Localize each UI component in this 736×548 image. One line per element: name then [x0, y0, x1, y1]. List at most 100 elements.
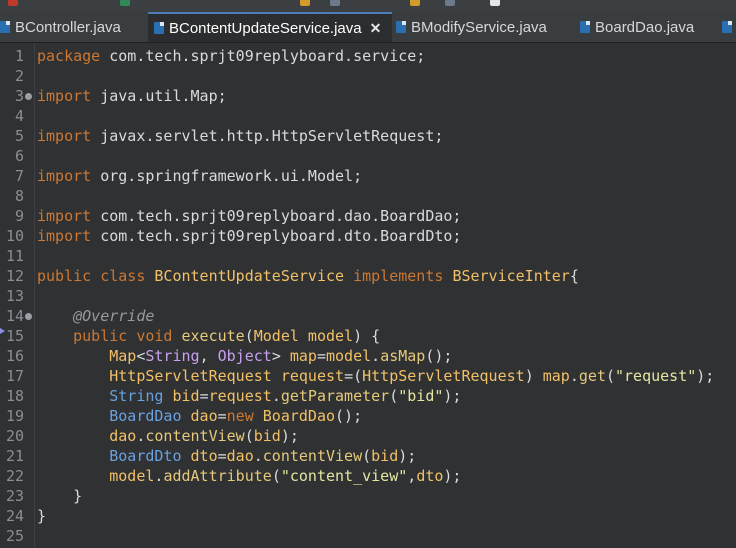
- code-token: java.util.Map;: [91, 87, 227, 105]
- code-token: =(: [344, 367, 363, 385]
- code-line: import com.tech.sprjt09replyboard.dto.Bo…: [37, 226, 461, 246]
- code-token: import: [37, 87, 92, 105]
- code-token: BServiceInter: [452, 267, 570, 285]
- code-token: ();: [335, 407, 363, 425]
- code-token: getParameter: [280, 387, 390, 405]
- fold-toggle-icon[interactable]: [25, 93, 32, 100]
- code-token: ,: [407, 467, 417, 485]
- line-number: 14: [5, 307, 24, 325]
- code-token: dao: [109, 427, 137, 445]
- toolbar-icon[interactable]: [330, 0, 340, 6]
- code-token: Object: [217, 347, 272, 365]
- code-token: (: [244, 327, 254, 345]
- code-token: model: [326, 347, 372, 365]
- code-line: HttpServletRequest request=(HttpServletR…: [37, 366, 714, 386]
- line-number: 17: [5, 367, 24, 385]
- toolbar-icon[interactable]: [410, 0, 420, 6]
- code-token: dao: [226, 447, 254, 465]
- code-line: public class BContentUpdateService imple…: [37, 266, 579, 286]
- code-line: import java.util.Map;: [37, 86, 227, 106]
- tab-bcontroller[interactable]: BController.java: [0, 12, 121, 42]
- fold-toggle-icon[interactable]: [25, 313, 32, 320]
- code-token: );: [443, 387, 462, 405]
- code-line: public void execute(Model model) {: [37, 326, 380, 346]
- line-number: 10: [5, 227, 24, 245]
- code-token: );: [443, 467, 462, 485]
- code-token: dto: [190, 447, 218, 465]
- code-token: com.tech.sprjt09replyboard.dao.BoardDao;: [91, 207, 462, 225]
- code-token: BoardDto: [109, 447, 182, 465]
- tab-overflow[interactable]: [722, 12, 736, 42]
- line-number: 20: [5, 427, 24, 445]
- code-token: BoardDao: [109, 407, 182, 425]
- code-token: =: [217, 407, 227, 425]
- navigate-icon[interactable]: [490, 0, 500, 6]
- code-token: "bid": [398, 387, 444, 405]
- code-line: package com.tech.sprjt09replyboard.servi…: [37, 46, 425, 66]
- code-token: com.tech.sprjt09replyboard.dto.BoardDto;: [91, 227, 462, 245]
- code-token: HttpServletRequest: [109, 367, 272, 385]
- code-token: Model: [253, 327, 299, 345]
- code-token: );: [280, 427, 299, 445]
- code-token: execute: [181, 327, 245, 345]
- code-token: HttpServletRequest: [362, 367, 525, 385]
- code-token: @Override: [73, 307, 155, 325]
- code-token: ,: [199, 347, 218, 365]
- line-number: 5: [14, 127, 24, 145]
- code-token: BoardDao: [262, 407, 336, 425]
- code-line: model.addAttribute("content_view",dto);: [37, 466, 461, 486]
- code-token: .: [271, 387, 281, 405]
- tab-boarddao[interactable]: BoardDao.java: [580, 12, 694, 42]
- line-number: 19: [5, 407, 24, 425]
- code-token: import: [37, 227, 92, 245]
- line-number: 1: [14, 47, 24, 65]
- run-icon[interactable]: [120, 0, 130, 6]
- code-token: request: [280, 367, 345, 385]
- code-line: import org.springframework.ui.Model;: [37, 166, 362, 186]
- code-token: javax.servlet.http.HttpServletRequest;: [91, 127, 444, 145]
- code-token: request: [208, 387, 272, 405]
- code-token: BContentUpdateService: [154, 267, 345, 285]
- code-line: dao.contentView(bid);: [37, 426, 299, 446]
- code-token: org.springframework.ui.Model;: [91, 167, 363, 185]
- close-icon[interactable]: ✕: [370, 20, 382, 37]
- tab-label: BoardDao.java: [595, 18, 695, 36]
- code-token: =: [217, 447, 227, 465]
- code-token: bid: [371, 447, 399, 465]
- code-editor[interactable]: package com.tech.sprjt09replyboard.servi…: [35, 43, 736, 548]
- line-number: 21: [5, 447, 24, 465]
- toolbar-icon[interactable]: [300, 0, 310, 6]
- code-token: import: [37, 127, 92, 145]
- line-number: 24: [5, 507, 24, 525]
- code-token: "request": [615, 367, 697, 385]
- code-token: }: [37, 487, 83, 505]
- java-file-icon: [396, 21, 406, 33]
- code-line: }: [37, 486, 82, 506]
- code-line: import javax.servlet.http.HttpServletReq…: [37, 126, 443, 146]
- toolbar: [0, 0, 736, 12]
- code-token: }: [37, 507, 47, 525]
- tab-bcontentupdateservice[interactable]: BContentUpdateService.java ✕: [148, 12, 392, 42]
- debug-icon[interactable]: [8, 0, 18, 6]
- code-token: dao: [190, 407, 218, 425]
- line-number: 12: [5, 267, 24, 285]
- code-token: model: [109, 467, 155, 485]
- line-number: 6: [14, 147, 24, 165]
- tab-bmodifyservice[interactable]: BModifyService.java: [396, 12, 547, 42]
- line-number: 23: [5, 487, 24, 505]
- code-token: addAttribute: [163, 467, 272, 485]
- toolbar-icon[interactable]: [445, 0, 455, 6]
- override-arrow-icon: [0, 328, 5, 334]
- code-token: contentView: [145, 427, 245, 445]
- code-token: get: [578, 367, 606, 385]
- code-line: String bid=request.getParameter("bid");: [37, 386, 461, 406]
- code-token: package: [37, 47, 101, 65]
- code-token: map: [289, 347, 317, 365]
- code-token: =: [316, 347, 326, 365]
- line-number: 8: [14, 187, 24, 205]
